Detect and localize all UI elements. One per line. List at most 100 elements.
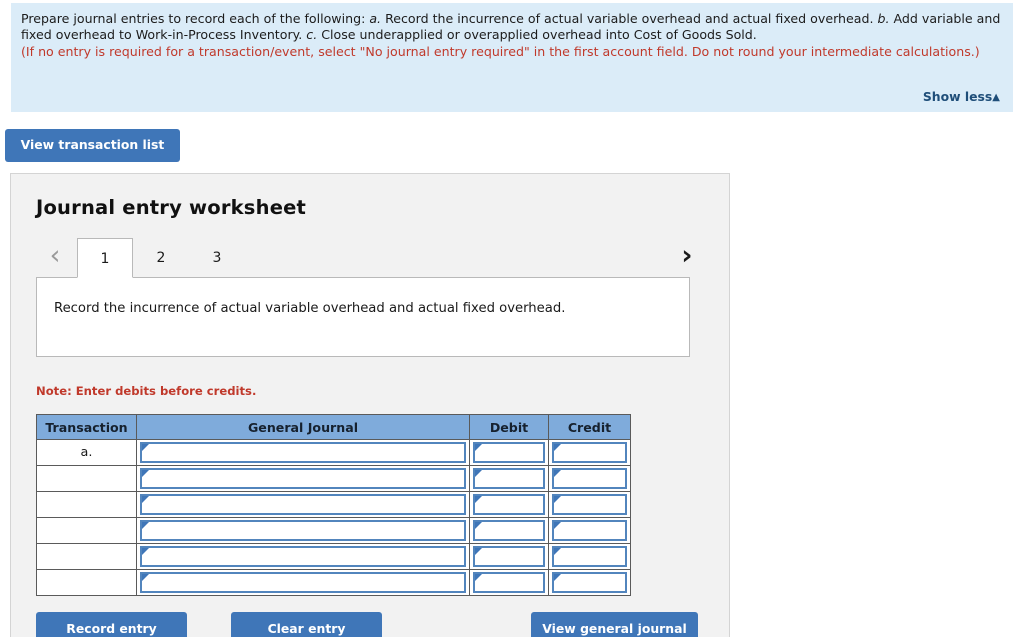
general-journal-cell-3[interactable]	[137, 492, 470, 518]
cell-wrapper	[137, 440, 469, 465]
credit-cell-6[interactable]	[549, 570, 631, 596]
transaction-cell-5	[37, 544, 137, 570]
debit-input-3[interactable]	[473, 494, 545, 515]
column-header-credit: Credit	[549, 415, 631, 440]
cell-wrapper	[470, 492, 548, 517]
account-dropdown-1[interactable]	[140, 442, 466, 463]
cell-wrapper	[470, 440, 548, 465]
credit-input-6[interactable]	[552, 572, 627, 593]
cell-wrapper	[137, 466, 469, 491]
debit-input-2[interactable]	[473, 468, 545, 489]
credit-cell-3[interactable]	[549, 492, 631, 518]
view-general-journal-label: View general journal	[531, 614, 698, 635]
account-dropdown-6[interactable]	[140, 572, 466, 593]
account-dropdown-3[interactable]	[140, 494, 466, 515]
view-transaction-list-button[interactable]: View transaction list	[5, 129, 180, 162]
credit-input-4[interactable]	[552, 520, 627, 541]
instruction-label-a: a.	[369, 11, 381, 26]
instruction-panel: Prepare journal entries to record each o…	[11, 3, 1013, 112]
table-row	[37, 518, 631, 544]
debit-cell-5[interactable]	[470, 544, 549, 570]
worksheet-description-box: Record the incurrence of actual variable…	[36, 277, 690, 357]
clear-entry-label: Clear entry	[231, 614, 382, 635]
journal-entry-table: Transaction General Journal Debit Credit…	[36, 414, 631, 596]
debit-input-1[interactable]	[473, 442, 545, 463]
table-row	[37, 544, 631, 570]
debit-input-4[interactable]	[473, 520, 545, 541]
cell-wrapper	[137, 492, 469, 517]
view-general-journal-button[interactable]: View general journal	[531, 612, 698, 637]
debit-cell-4[interactable]	[470, 518, 549, 544]
instruction-label-c: c.	[306, 27, 317, 42]
instruction-label-b: b.	[877, 11, 889, 26]
cell-wrapper	[549, 466, 630, 491]
instruction-segment-a: Record the incurrence of actual variable…	[381, 11, 877, 26]
cell-wrapper	[470, 518, 548, 543]
show-less-toggle[interactable]: Show less▲	[923, 89, 1000, 104]
table-row	[37, 570, 631, 596]
caret-up-icon: ▲	[992, 92, 1000, 103]
cell-wrapper	[137, 518, 469, 543]
view-transaction-list-label: View transaction list	[21, 137, 165, 152]
cell-wrapper	[549, 492, 630, 517]
cell-wrapper	[470, 466, 548, 491]
cell-wrapper	[549, 570, 630, 595]
credit-cell-4[interactable]	[549, 518, 631, 544]
credit-input-3[interactable]	[552, 494, 627, 515]
clear-entry-button[interactable]: Clear entry	[231, 612, 382, 637]
general-journal-cell-2[interactable]	[137, 466, 470, 492]
instruction-note: (If no entry is required for a transacti…	[21, 44, 1003, 60]
account-dropdown-4[interactable]	[140, 520, 466, 541]
general-journal-cell-1[interactable]	[137, 440, 470, 466]
cell-wrapper	[470, 544, 548, 569]
debit-input-5[interactable]	[473, 546, 545, 567]
cell-wrapper	[549, 518, 630, 543]
credit-cell-1[interactable]	[549, 440, 631, 466]
instruction-segment-c: Close underapplied or overapplied overhe…	[317, 27, 757, 42]
worksheet-title: Journal entry worksheet	[36, 196, 306, 219]
credit-input-5[interactable]	[552, 546, 627, 567]
cell-wrapper	[549, 544, 630, 569]
credit-input-1[interactable]	[552, 442, 627, 463]
account-dropdown-2[interactable]	[140, 468, 466, 489]
transaction-cell-4	[37, 518, 137, 544]
debit-cell-6[interactable]	[470, 570, 549, 596]
instruction-text: Prepare journal entries to record each o…	[21, 11, 1003, 44]
debits-before-credits-note: Note: Enter debits before credits.	[36, 384, 256, 398]
debit-cell-3[interactable]	[470, 492, 549, 518]
tab-3[interactable]: 3	[189, 238, 245, 278]
credit-input-2[interactable]	[552, 468, 627, 489]
account-dropdown-5[interactable]	[140, 546, 466, 567]
credit-cell-5[interactable]	[549, 544, 631, 570]
debit-input-6[interactable]	[473, 572, 545, 593]
chevron-left-icon[interactable]: ‹	[41, 236, 69, 278]
cell-wrapper	[470, 570, 548, 595]
column-header-debit: Debit	[470, 415, 549, 440]
cell-wrapper	[549, 440, 630, 465]
debit-cell-1[interactable]	[470, 440, 549, 466]
worksheet-tabstrip: ‹ 1 2 3 ›	[36, 236, 706, 278]
show-less-label: Show less	[923, 89, 992, 104]
general-journal-cell-5[interactable]	[137, 544, 470, 570]
chevron-right-icon[interactable]: ›	[673, 236, 701, 278]
worksheet-description-text: Record the incurrence of actual variable…	[54, 301, 565, 316]
debit-cell-2[interactable]	[470, 466, 549, 492]
table-row: a.	[37, 440, 631, 466]
table-row	[37, 466, 631, 492]
general-journal-cell-4[interactable]	[137, 518, 470, 544]
tab-2[interactable]: 2	[133, 238, 189, 278]
column-header-transaction: Transaction	[37, 415, 137, 440]
record-entry-button[interactable]: Record entry	[36, 612, 187, 637]
transaction-cell-2	[37, 466, 137, 492]
transaction-cell-3	[37, 492, 137, 518]
transaction-cell-6	[37, 570, 137, 596]
cell-wrapper	[137, 570, 469, 595]
credit-cell-2[interactable]	[549, 466, 631, 492]
tab-1[interactable]: 1	[77, 238, 133, 278]
cell-wrapper	[137, 544, 469, 569]
record-entry-label: Record entry	[36, 614, 187, 635]
table-row	[37, 492, 631, 518]
journal-entry-worksheet-panel: Journal entry worksheet ‹ 1 2 3 › Record…	[10, 173, 730, 637]
general-journal-cell-6[interactable]	[137, 570, 470, 596]
column-header-general-journal: General Journal	[137, 415, 470, 440]
